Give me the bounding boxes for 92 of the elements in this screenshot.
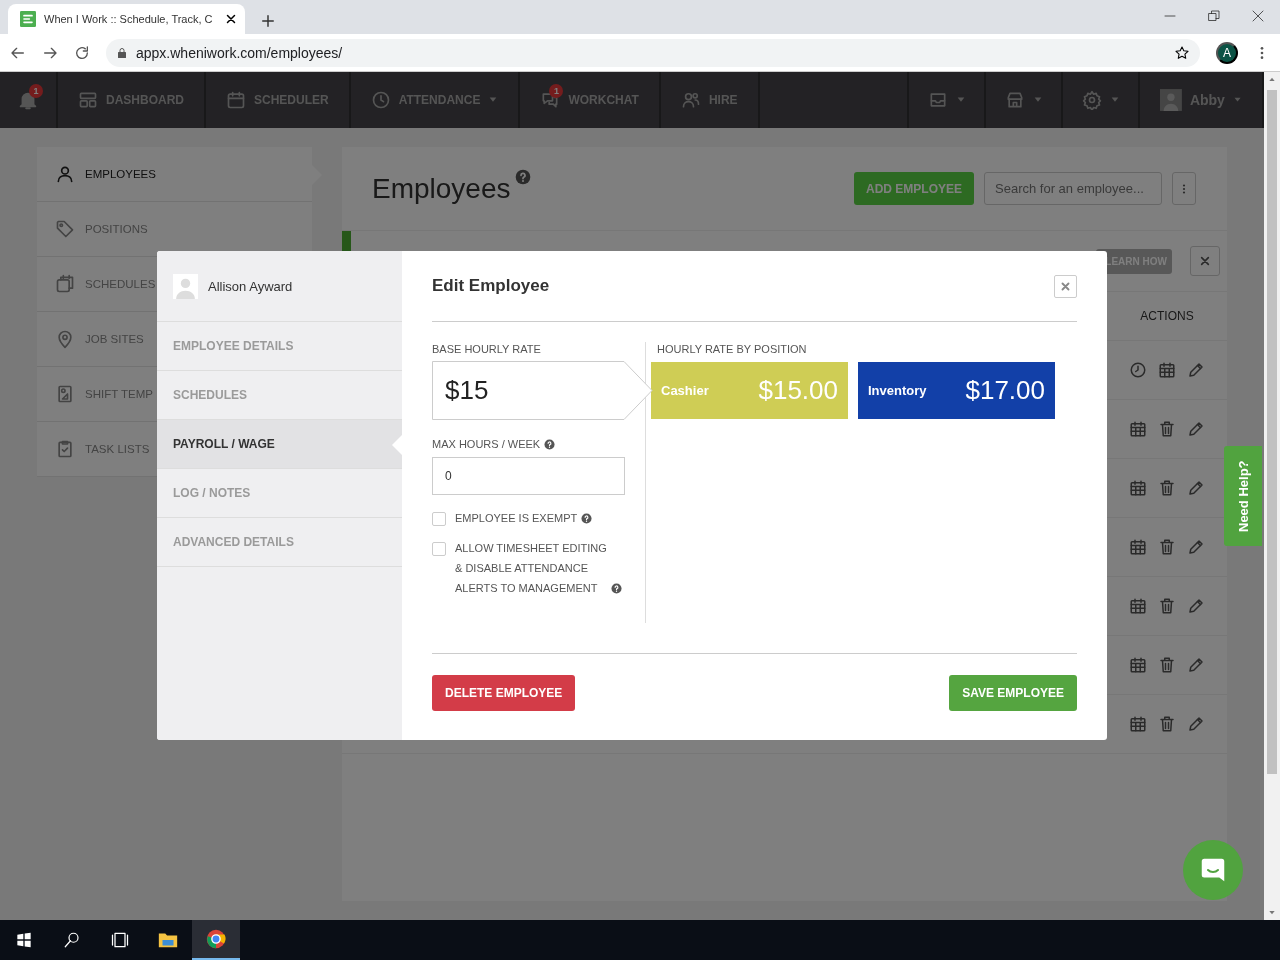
employee-name: Allison Ayward [208,278,293,294]
checkbox-label: ALLOW TIMESHEET EDITING & DISABLE ATTENDANCE ALERTS TO MANAGEMENT [455,541,607,596]
browser-logo-icon [205,928,227,950]
field-label: BASE HOURLY RATE [432,343,541,355]
position-rate: $15.00 [758,375,838,406]
close-icon [1061,281,1070,291]
pencil-icon[interactable] [1187,715,1205,733]
dialog-menu-item[interactable]: EMPLOYEE DETAILS [157,322,402,371]
tag-icon [55,219,75,239]
help-icon [611,583,622,594]
trash-icon[interactable] [1158,420,1176,438]
close-icon[interactable] [225,13,237,25]
position-name: Cashier [661,383,709,398]
pencil-icon[interactable] [1187,479,1205,497]
position-rate-tile[interactable]: Cashier $15.00 [651,362,848,419]
field-label: MAX HOURS / WEEK [432,438,541,450]
url-text: appx.wheniwork.com/employees/ [136,44,344,61]
clock-icon [370,90,391,110]
person-icon [55,164,75,184]
people-icon [680,90,701,110]
rate-field[interactable]: $15 [432,361,653,420]
search-field[interactable]: Search for an employee... [984,172,1162,205]
pencil-icon[interactable] [1187,597,1205,615]
browser-tab[interactable]: When I Work :: Schedule, Track, C [8,4,245,34]
field-label: HOURLY RATE BY POSITION [657,343,807,355]
help-icon [581,513,593,524]
input-field[interactable]: 0 [432,457,625,495]
help-icon [514,169,531,185]
plus-icon[interactable] [261,14,275,28]
position-name: Inventory [868,383,927,398]
template-icon [55,384,75,404]
scrollbar[interactable] [1264,72,1280,920]
page-title: Employees [372,172,511,205]
windows-logo-icon [16,932,32,948]
calendar-icon [226,90,246,110]
dashboard-icon [78,90,98,110]
close-icon [1200,256,1210,266]
pencil-icon[interactable] [1187,361,1205,379]
position-rate: $17.00 [965,375,1045,406]
dialog-menu-item[interactable]: LOG / NOTES [157,469,402,518]
trash-icon[interactable] [1158,597,1176,615]
star-icon[interactable] [1174,44,1190,61]
lock-icon [116,46,128,59]
reload-icon[interactable] [74,44,90,61]
search-icon [63,931,81,949]
checkbox-label: EMPLOYEE IS EXEMPT [455,511,578,526]
taskbar-app[interactable] [192,920,240,960]
checkbox[interactable] [432,512,446,526]
dialog-title: Edit Employee [432,276,550,296]
list-logo-icon [20,11,36,27]
trash-icon[interactable] [1158,479,1176,497]
notification-badge: 1 [549,84,564,98]
calendar-icon[interactable] [1129,715,1147,733]
trash-icon[interactable] [1158,715,1176,733]
trash-icon[interactable] [1158,656,1176,674]
position-rate-tile[interactable]: Inventory $17.00 [858,362,1055,419]
checkbox[interactable] [432,542,446,556]
chat-bubbles-icon [540,90,561,110]
close-button[interactable] [1190,246,1220,276]
address-bar[interactable]: appx.wheniwork.com/employees/ [106,38,1200,67]
pencil-icon[interactable] [1187,656,1205,674]
dialog-menu-item[interactable]: ADVANCED DETAILS [157,518,402,567]
pencil-icon[interactable] [1187,420,1205,438]
calendar-icon[interactable] [1129,479,1147,497]
map-pin-icon [55,329,75,349]
pencil-icon[interactable] [1187,538,1205,556]
help-icon [544,438,556,450]
task-view-icon [110,930,130,950]
calendar-icon[interactable] [1129,597,1147,615]
clipboard-icon [55,439,75,459]
scroll-down-icon [1268,909,1276,917]
add-employee-button[interactable]: ADD EMPLOYEE [854,172,974,205]
close-button[interactable] [1054,274,1077,298]
scroll-up-icon [1268,75,1276,83]
settings-icon [1081,90,1102,110]
trash-icon[interactable] [1158,538,1176,556]
tab-title: When I Work :: Schedule, Track, C [44,13,214,25]
user-avatar-icon [1160,88,1182,112]
profile-avatar[interactable]: A [1216,41,1238,64]
notification-badge: 1 [29,84,43,98]
clock-icon[interactable] [1129,361,1147,379]
delete-employee-button[interactable]: DELETE EMPLOYEE [432,675,576,711]
save-employee-button[interactable]: SAVE EMPLOYEE [949,675,1077,711]
avatar-icon [173,273,198,299]
dialog-menu-item[interactable]: PAYROLL / WAGE [157,420,402,469]
column-header: ACTIONS [1139,309,1195,323]
calendar-icon[interactable] [1158,361,1176,379]
calendar-icon[interactable] [1129,420,1147,438]
calendar-icon[interactable] [1129,656,1147,674]
need-help-tab[interactable]: Need Help? [1224,446,1262,546]
calendar-icon[interactable] [1129,538,1147,556]
calendar-stack-icon [55,274,75,294]
